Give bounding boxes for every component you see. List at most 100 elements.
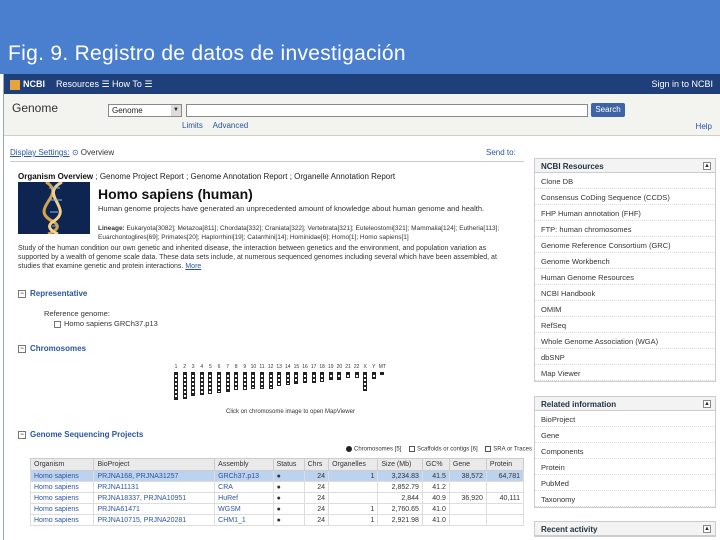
table-row[interactable]: Homo sapiens PRJNA61471 WGSM ● 24 1 2,760.65 41… [29,503,525,515]
ncbi-logo[interactable]: NCBI [10,79,45,90]
table-cell[interactable]: Homo sapiens [29,492,95,504]
more-link[interactable]: More [185,263,201,270]
sign-in-link[interactable]: Sign in to NCBI [651,79,713,89]
table-cell[interactable]: Homo sapiens [29,514,95,526]
table-row[interactable]: Homo sapiens PRJNA18337, PRJNA10951 HuRef ●… [29,492,525,504]
advanced-link[interactable]: Advanced [213,121,249,130]
sequencing-section-header[interactable]: − Genome Sequencing Projects [18,430,143,439]
resource-link[interactable]: Map Viewer [535,365,715,381]
chromosome-bar[interactable] [225,372,230,392]
collapse-icon[interactable]: − [18,289,26,298]
tab-organelle-annotation-report[interactable]: Organelle Annotation Report [294,172,395,181]
resource-link[interactable]: OMIM [535,301,715,317]
table-cell[interactable]: PRJNA10715, PRJNA20281 [93,514,216,526]
limits-link[interactable]: Limits [182,121,203,130]
table-cell[interactable]: HuRef [214,492,274,504]
collapse-icon[interactable]: − [18,344,26,353]
chromosome-bar[interactable] [320,372,325,382]
column-header[interactable]: Size (Mb) [377,458,423,471]
column-header[interactable]: GC% [421,458,450,471]
chromosome-bar[interactable] [311,372,316,383]
resources-menu[interactable]: Resources ☰ [56,79,110,90]
table-cell[interactable]: CHM1_1 [214,514,274,526]
resource-link[interactable]: Human Genome Resources [535,269,715,285]
reference-genome-item[interactable]: Homo sapiens GRCh37.p13 [54,319,158,328]
table-cell[interactable]: Homo sapiens [29,470,95,482]
column-header[interactable]: Protein [485,458,525,471]
chromosome-bar[interactable] [260,372,264,389]
howto-menu[interactable]: How To ☰ [112,79,152,90]
chromosome-bar[interactable] [346,372,350,378]
chromosome-bar[interactable] [242,372,247,390]
chromosome-bar[interactable] [363,372,368,391]
display-settings-link[interactable]: Display Settings: [10,148,70,157]
collapse-icon[interactable]: ▲ [703,162,711,170]
resource-link[interactable]: dbSNP [535,349,715,365]
related-link[interactable]: Gene [535,427,715,443]
chromosome-bar[interactable] [251,372,256,389]
table-row[interactable]: Homo sapiens PRJNA11131 CRA ● 24 2,852.79 41.2 [29,481,525,493]
collapse-icon[interactable]: − [18,430,26,439]
chromosome-bar[interactable] [354,372,359,378]
column-header[interactable]: Gene [448,458,487,471]
chromosome-bar[interactable] [174,372,178,400]
tab-organism-overview[interactable]: Organism Overview [18,172,93,181]
table-row[interactable]: Homo sapiens PRJNA10715, PRJNA20281 CHM1_1… [29,514,525,526]
chromosome-bar[interactable] [208,372,213,394]
chromosomes-section-header[interactable]: − Chromosomes [18,344,86,353]
chromosome-bar[interactable] [217,372,221,393]
resource-link[interactable]: RefSeq [535,317,715,333]
table-cell[interactable]: PRJNA168, PRJNA31257 [93,470,216,482]
chromosome-bar[interactable] [277,372,282,386]
column-header[interactable]: Organism [29,458,95,471]
resource-link[interactable]: Genome Workbench [535,253,715,269]
help-link[interactable]: Help [696,122,712,131]
ncbi-resources-heading[interactable]: NCBI Resources ▲ [535,159,715,173]
table-cell[interactable]: GRCh37.p13 [214,470,274,482]
resource-link[interactable]: FHP Human annotation (FHF) [535,205,715,221]
table-cell[interactable]: Homo sapiens [29,481,95,493]
related-link[interactable]: Taxonomy [535,491,715,507]
chromosome-bar[interactable] [234,372,239,390]
column-header[interactable]: Status [272,458,305,471]
chromosome-bar[interactable] [199,372,204,395]
chromosome-bar[interactable] [285,372,290,385]
tab-genome-annotation-report[interactable]: Genome Annotation Report [191,172,288,181]
chromosome-bar[interactable] [328,372,333,380]
column-header[interactable]: Chrs [303,458,330,471]
table-cell[interactable]: PRJNA18337, PRJNA10951 [93,492,216,504]
table-row[interactable]: Homo sapiens PRJNA168, PRJNA31257 GRCh37.p… [29,470,525,482]
send-to-link[interactable]: Send to: [486,148,516,157]
chromosome-bar[interactable] [294,372,299,384]
expand-icon[interactable] [54,320,61,328]
tab-genome-project-report[interactable]: Genome Project Report [100,172,184,181]
chromosome-bar[interactable] [268,372,273,389]
search-button[interactable]: Search [591,103,625,117]
chromosome-bar[interactable] [303,372,307,383]
recent-activity-heading[interactable]: Recent activity ▲ [535,522,715,536]
column-header[interactable]: BioProject [93,458,216,471]
table-cell[interactable]: WGSM [214,503,274,515]
chromosome-bar[interactable] [371,372,376,379]
resource-link[interactable]: Whole Genome Association (WGA) [535,333,715,349]
table-cell[interactable]: Homo sapiens [29,503,95,515]
related-link[interactable]: BioProject [535,411,715,427]
database-select[interactable]: Genome ▼ [108,104,182,117]
related-link[interactable]: Protein [535,459,715,475]
chromosome-ideogram[interactable]: 1 2 3 4 5 6 7 8 9 10 11 12 13 14 15 16 17 18 19 20 21 22 X Y MT [172,364,392,406]
collapse-icon[interactable]: ▲ [703,400,711,408]
resource-link[interactable]: Genome Reference Consortium (GRC) [535,237,715,253]
representative-section-header[interactable]: − Representative [18,289,87,298]
table-cell[interactable]: PRJNA61471 [93,503,216,515]
resource-link[interactable]: FTP: human chromosomes [535,221,715,237]
chromosome-bar[interactable] [182,372,187,399]
chromosome-bar[interactable] [380,372,385,375]
related-link[interactable]: PubMed [535,475,715,491]
column-header[interactable]: Organelles [328,458,379,471]
chromosome-bar[interactable] [337,372,342,380]
search-input[interactable] [186,104,588,117]
lineage-value[interactable]: Eukaryota[3082]; Metazoa[811]; Chordata[… [98,225,499,241]
table-cell[interactable]: CRA [214,481,274,493]
collapse-icon[interactable]: ▲ [703,525,711,533]
column-header[interactable]: Assembly [214,458,274,471]
